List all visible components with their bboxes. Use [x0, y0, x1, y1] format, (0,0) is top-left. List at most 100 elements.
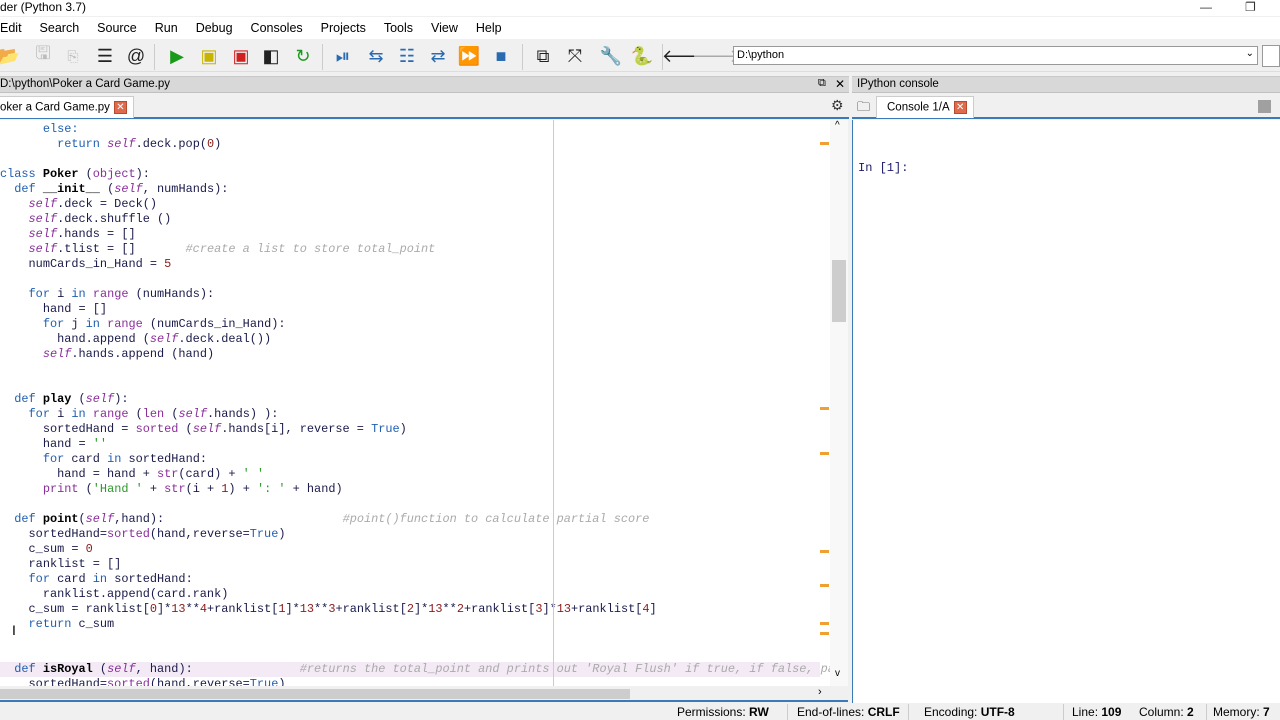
- code-line: else:: [42, 122, 79, 136]
- status-bar: Permissions: RW End-of-lines: CRLF Encod…: [0, 703, 1280, 720]
- code-line: c_sum = 0: [0, 542, 93, 556]
- at-icon[interactable]: @: [123, 44, 149, 68]
- console-pane-title: IPython console: [857, 78, 939, 90]
- vertical-scrollbar[interactable]: ^ v: [830, 120, 848, 686]
- menu-tools[interactable]: Tools: [375, 21, 422, 35]
- stop-icon[interactable]: ■: [488, 44, 514, 68]
- scroll-up-icon[interactable]: ^: [835, 120, 840, 131]
- console-pane-header: IPython console: [852, 76, 1280, 93]
- working-directory-combo[interactable]: D:\python ⌄: [733, 46, 1258, 65]
- run-selection-icon[interactable]: ◧: [258, 44, 284, 68]
- code-line: return self.deck.pop(0): [57, 137, 222, 151]
- fullscreen-icon[interactable]: ⤧: [562, 44, 588, 68]
- continue-icon[interactable]: ⏩: [456, 44, 482, 68]
- scroll-right-icon[interactable]: ›: [818, 686, 822, 698]
- restore-icon[interactable]: ❐: [1245, 0, 1256, 14]
- code-line: def isRoyal (self, hand): #returns the t…: [0, 662, 830, 677]
- editor-tab[interactable]: oker a Card Game.py ✕: [0, 96, 134, 118]
- code-line: for card in sortedHand:: [42, 452, 207, 466]
- code-line: for j in range (numCards_in_Hand):: [42, 317, 286, 331]
- menu-view[interactable]: View: [422, 21, 467, 35]
- code-line: sortedHand = sorted (self.hands[i], reve…: [0, 422, 407, 436]
- code-line: self.hands.append (hand): [42, 347, 215, 361]
- code-line: def play (self):: [14, 392, 129, 406]
- warning-marker[interactable]: [820, 622, 829, 625]
- code-line: class Poker (object):: [0, 167, 150, 181]
- run-cell-icon[interactable]: ▣: [196, 44, 222, 68]
- horizontal-scrollbar-thumb[interactable]: [0, 689, 630, 699]
- menu-source[interactable]: Source: [88, 21, 146, 35]
- ipython-console[interactable]: [852, 120, 1280, 703]
- editor-pane-header: D:\python\Poker a Card Game.py ⧉ ✕: [0, 76, 849, 93]
- warning-marker[interactable]: [820, 407, 829, 410]
- warning-marker[interactable]: [820, 550, 829, 553]
- code-line: hand = []: [0, 302, 108, 316]
- window-title: der (Python 3.7): [0, 0, 87, 14]
- chevron-down-icon[interactable]: ⌄: [1246, 48, 1254, 59]
- debug-icon[interactable]: ⏯: [330, 44, 356, 68]
- undock-icon[interactable]: ⧉: [818, 77, 826, 90]
- browse-directory-button[interactable]: [1262, 45, 1280, 67]
- menu-search[interactable]: Search: [31, 21, 89, 35]
- console-tab[interactable]: Console 1/A ✕: [876, 96, 974, 118]
- stop-kernel-icon[interactable]: [1258, 100, 1271, 113]
- code-line: c_sum = ranklist[0]*13**4+ranklist[1]*13…: [0, 602, 657, 616]
- code-line: self.deck = Deck(): [28, 197, 157, 211]
- console-tab-bar: 🗀 Console 1/A ✕: [852, 95, 1280, 119]
- menu-projects[interactable]: Projects: [312, 21, 375, 35]
- menu-run[interactable]: Run: [146, 21, 187, 35]
- code-line: sortedHand=sorted(hand,reverse=True): [0, 677, 286, 686]
- warning-marker[interactable]: [820, 142, 829, 145]
- minimize-icon[interactable]: —: [1200, 0, 1212, 14]
- warning-marker[interactable]: [820, 632, 829, 635]
- menu-debug[interactable]: Debug: [187, 21, 242, 35]
- run-icon[interactable]: ▶: [164, 44, 190, 68]
- menu-bar: Edit Search Source Run Debug Consoles Pr…: [0, 17, 1280, 39]
- close-console-icon[interactable]: ✕: [953, 101, 967, 114]
- save-icon[interactable]: 🖫: [30, 43, 56, 68]
- open-folder-icon[interactable]: 📂: [0, 44, 22, 68]
- scroll-down-icon[interactable]: v: [835, 668, 840, 679]
- forward-arrow-icon[interactable]: 🡒: [692, 44, 740, 68]
- folder-icon[interactable]: 🗀: [857, 98, 870, 120]
- code-line: print ('Hand ' + str(i + 1) + ': ' + han…: [42, 482, 343, 496]
- title-bar: der (Python 3.7) — ❐: [0, 0, 1280, 16]
- edge-line: [553, 120, 554, 686]
- warning-marker[interactable]: [820, 584, 829, 587]
- code-lines: else: return self.deck.pop(0) class Poker…: [0, 122, 830, 686]
- code-line: def __init__ (self, numHands):: [14, 182, 229, 196]
- console-prompt: In [1]:: [858, 161, 909, 175]
- step-return-icon[interactable]: ⇄: [425, 44, 451, 68]
- python-path-icon[interactable]: 🐍: [629, 44, 655, 68]
- code-line: for card in sortedHand:: [28, 572, 193, 586]
- menu-edit[interactable]: Edit: [0, 21, 31, 35]
- maximize-pane-icon[interactable]: ⧉: [530, 44, 556, 68]
- step-icon[interactable]: ⇆: [363, 44, 389, 68]
- list-icon[interactable]: ☰: [92, 44, 118, 68]
- save-all-icon[interactable]: ⎘: [60, 44, 86, 68]
- code-line: self.hands = []: [28, 227, 136, 241]
- menu-help[interactable]: Help: [467, 21, 511, 35]
- status-eol: End-of-lines: CRLF: [797, 705, 900, 719]
- gear-icon[interactable]: ⚙: [831, 97, 844, 114]
- code-line: return c_sum: [28, 617, 115, 631]
- menu-consoles[interactable]: Consoles: [242, 21, 312, 35]
- preferences-wrench-icon[interactable]: 🔧: [598, 44, 624, 68]
- step-into-icon[interactable]: ☷: [394, 44, 420, 68]
- rerun-icon[interactable]: ↻: [290, 44, 316, 68]
- scrollbar-thumb[interactable]: [832, 260, 846, 322]
- status-permissions: Permissions: RW: [677, 705, 769, 719]
- run-cell-advance-icon[interactable]: ▣: [228, 44, 254, 68]
- warning-marker[interactable]: [820, 452, 829, 455]
- code-editor[interactable]: else: return self.deck.pop(0) class Poker…: [0, 120, 830, 686]
- close-tab-icon[interactable]: ✕: [113, 101, 127, 114]
- close-pane-icon[interactable]: ✕: [835, 77, 845, 91]
- text-cursor-icon: I: [12, 622, 16, 638]
